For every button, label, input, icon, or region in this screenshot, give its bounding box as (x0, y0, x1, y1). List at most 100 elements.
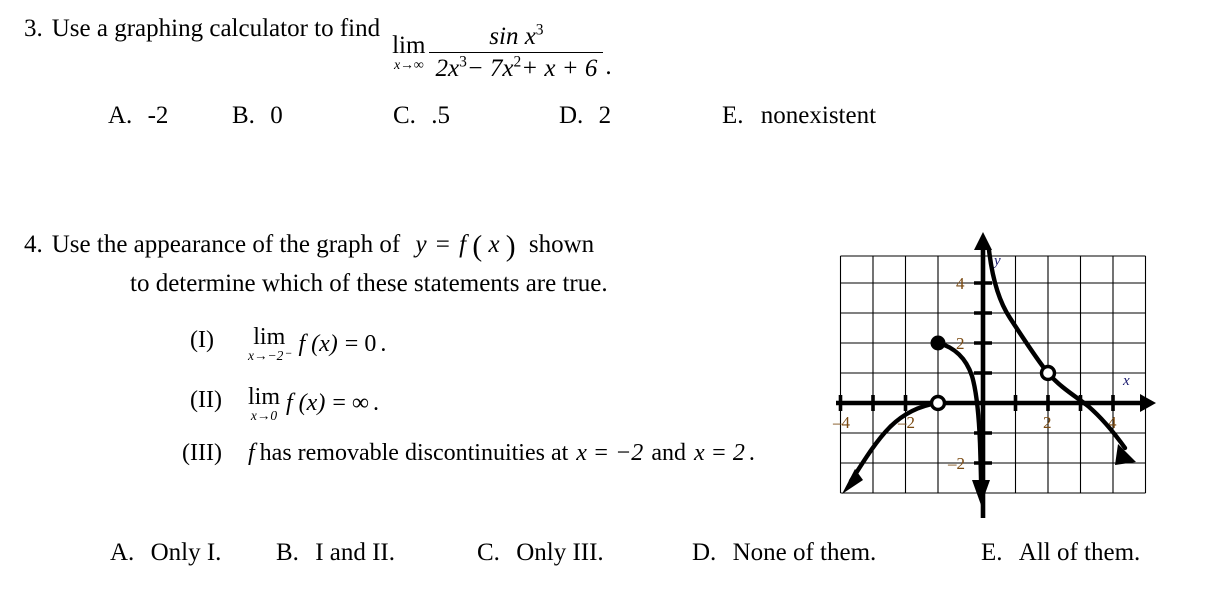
question-3-limit-expression: lim x→∞ sin x3 2x3− 7x2+ x + 6 . (392, 21, 612, 83)
q3-option-b-label: B. (232, 102, 255, 129)
graph-svg: y x –4 –2 2 4 4 2 –2 (832, 232, 1156, 518)
question-4-prompt-text: Use the appearance of the graph of (51, 231, 401, 258)
q3-option-a-text: -2 (147, 102, 169, 129)
question-4-number: 4. (24, 231, 43, 258)
curve-branch-left-lower (842, 400, 941, 494)
statement-2-label: (II) (190, 386, 222, 413)
q3-option-e[interactable]: E. nonexistent (722, 101, 876, 131)
denominator-term-1: 2x (435, 55, 460, 82)
q4-option-a[interactable]: A. Only I. (110, 538, 221, 568)
q4-option-b[interactable]: B. I and II. (276, 538, 395, 568)
statement-1-function: f (x) (298, 330, 338, 357)
q3-option-d-label: D. (559, 102, 584, 129)
statement-3: (III) f has removable discontinuities at… (182, 438, 755, 468)
question-4-prompt: Use the appearance of the graph of y = f… (52, 230, 594, 262)
question-3-answers: A. -2 B. 0 C. .5 D. 2 E. nonexistent (0, 101, 1208, 133)
limit-word: lim (392, 32, 426, 59)
statement-3-text: has removable discontinuities at (259, 440, 569, 466)
question-3: 3. Use a graphing calculator to find lim… (24, 14, 1024, 82)
grid-lines (839, 255, 1147, 494)
q3-option-e-text: nonexistent (760, 102, 877, 129)
function-graph: y x –4 –2 2 4 4 2 –2 (830, 228, 1160, 523)
numerator-exponent: 3 (535, 21, 544, 39)
statement-3-body: f has removable discontinuities at x = −… (248, 438, 755, 468)
statement-3-period: . (748, 440, 755, 466)
q3-option-a-label: A. (108, 102, 133, 129)
question-4-prompt-suffix: shown (528, 231, 595, 258)
question-3-prompt: Use a graphing calculator to find (51, 15, 381, 42)
q3-option-a[interactable]: A. -2 (108, 101, 168, 131)
q3-option-b-text: 0 (270, 102, 283, 129)
worksheet-page: 3. Use a graphing calculator to find lim… (0, 0, 1208, 614)
statement-2-period: . (372, 390, 379, 417)
statement-3-condition-2: x = 2 (693, 440, 745, 466)
q3-option-e-label: E. (722, 102, 744, 129)
q3-option-b[interactable]: B. 0 (232, 101, 283, 131)
limit-operator: lim x→∞ (392, 33, 425, 73)
q4-option-e-text: All of them. (1018, 539, 1141, 566)
q4-option-a-label: A. (110, 539, 135, 566)
question-4-statements: (I) lim x→−2⁻ f (x) = 0 . (II) lim x→0 f… (182, 325, 755, 468)
q3-option-c[interactable]: C. .5 (393, 101, 450, 131)
q4-option-c[interactable]: C. Only III. (477, 538, 604, 568)
denominator-term-3: + x + 6 (521, 55, 598, 82)
open-point--2-0 (929, 394, 947, 412)
statement-2-value: = ∞ (332, 390, 369, 417)
q3-option-c-label: C. (393, 102, 416, 129)
denominator-term-2: − 7x (466, 55, 514, 82)
q3-option-c-text: .5 (431, 102, 450, 129)
statement-2-limit-operator: lim x→0 (248, 385, 280, 423)
q4-option-d-text: None of them. (732, 539, 877, 566)
denominator-term-1-exponent: 3 (459, 53, 467, 71)
question-3-number: 3. (24, 15, 43, 42)
statement-3-condition-1: x = −2 (576, 440, 644, 466)
x-axis-label: x (1122, 373, 1130, 389)
q4-option-d-label: D. (692, 539, 717, 566)
statement-2-body: lim x→0 f (x) = ∞ . (248, 385, 379, 423)
statement-3-conjunction: and (651, 440, 686, 466)
x-tick-label--4: –4 (832, 413, 851, 432)
statement-1-label: (I) (190, 327, 214, 353)
statement-1-body: lim x→−2⁻ f (x) = 0 . (248, 325, 386, 363)
statement-1-value: = 0 (344, 330, 377, 357)
statement-1-period: . (380, 330, 387, 357)
statement-2-function: f (x) (286, 390, 326, 417)
q3-option-d[interactable]: D. 2 (559, 101, 611, 131)
equation-close-paren: ) (505, 230, 516, 263)
q4-option-d[interactable]: D. None of them. (692, 538, 876, 568)
statement-2-limit-subscript: x→0 (250, 407, 278, 423)
equation-f: f (459, 231, 467, 258)
statement-1-limit-operator: lim x→−2⁻ (248, 325, 290, 363)
fraction: sin x3 2x3− 7x2+ x + 6 (429, 21, 604, 83)
question-3-prompt-row: 3. Use a graphing calculator to find lim… (24, 14, 1024, 82)
x-tick-label-2: 2 (1043, 413, 1052, 432)
numerator-base: sin x (489, 23, 536, 50)
y-tick-label-4: 4 (956, 274, 965, 293)
statement-1: (I) lim x→−2⁻ f (x) = 0 . (190, 325, 755, 363)
q4-option-b-text: I and II. (315, 539, 396, 566)
q3-option-d-text: 2 (598, 102, 612, 129)
q4-option-c-label: C. (477, 539, 500, 566)
q4-option-e[interactable]: E. All of them. (981, 538, 1140, 568)
statement-1-limit-word: lim (253, 324, 286, 350)
equation-equals: = (435, 231, 450, 258)
q4-option-a-text: Only I. (150, 539, 222, 566)
question-4: 4. Use the appearance of the graph of y … (24, 230, 844, 300)
statement-1-limit-subscript: x→−2⁻ (248, 348, 291, 363)
fraction-denominator: 2x3− 7x2+ x + 6 (429, 52, 604, 83)
open-point-2-1 (1039, 364, 1057, 382)
q4-option-e-label: E. (981, 539, 1003, 566)
q4-option-c-text: Only III. (516, 539, 604, 566)
question-4-answers: A. Only I. B. I and II. C. Only III. D. … (0, 538, 1208, 570)
y-tick-label--2: –2 (947, 454, 965, 473)
equation-y: y (415, 231, 427, 258)
question-3-period: . (605, 53, 612, 80)
equation-x: x (488, 231, 500, 258)
question-4-prompt-line2: to determine which of these statements a… (130, 269, 608, 297)
question-4-prompt-row: 4. Use the appearance of the graph of y … (24, 230, 844, 262)
axes (836, 232, 1156, 518)
statement-2: (II) lim x→0 f (x) = ∞ . (190, 385, 755, 423)
statement-3-function-symbol: f (248, 440, 255, 466)
statement-3-label: (III) (182, 440, 222, 466)
fraction-numerator: sin x3 (483, 21, 549, 52)
